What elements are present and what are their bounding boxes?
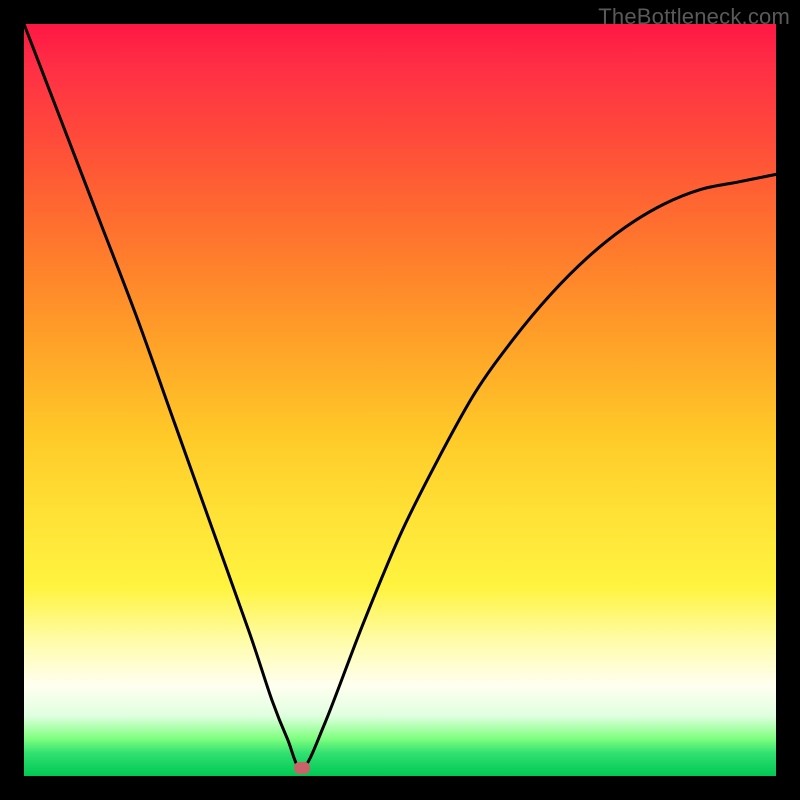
- optimal-point-marker: [294, 762, 310, 774]
- bottleneck-curve: [24, 24, 776, 776]
